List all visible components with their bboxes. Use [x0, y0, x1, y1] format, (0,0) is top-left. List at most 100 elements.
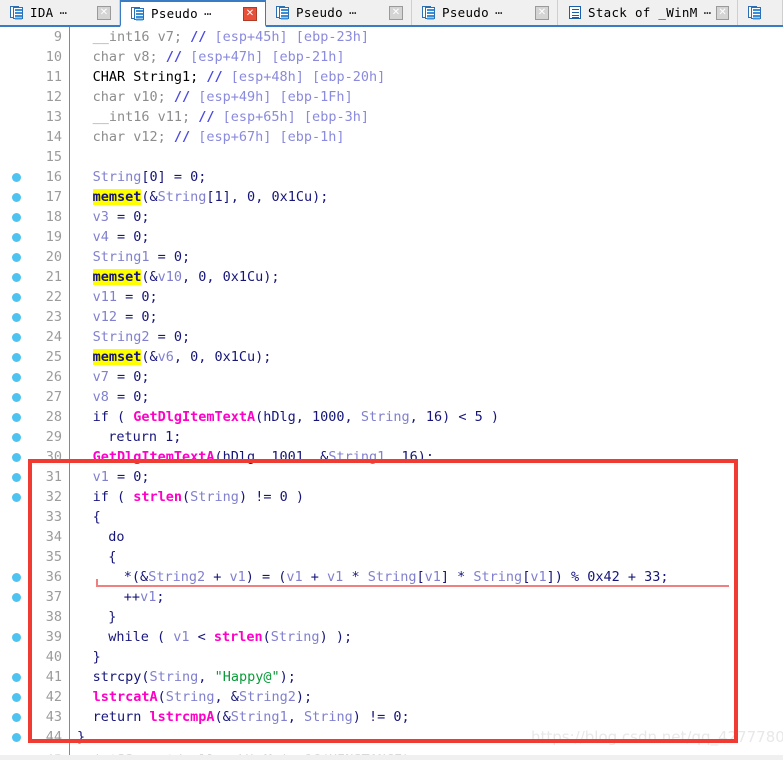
- close-icon[interactable]: ✕: [243, 6, 257, 21]
- code-line[interactable]: 21 memset(&v10, 0, 0x1Cu);: [0, 267, 783, 287]
- breakpoint-marker-icon[interactable]: [12, 373, 21, 382]
- code-line[interactable]: 43 return lstrcmpA(&String1, String) != 0…: [0, 707, 783, 727]
- breakpoint-marker-icon[interactable]: [12, 233, 21, 242]
- code-line[interactable]: 31 v1 = 0;: [0, 467, 783, 487]
- code-line[interactable]: 32 if ( strlen(String) != 0 ): [0, 487, 783, 507]
- code-line[interactable]: 9 __int16 v7; // [esp+45h] [ebp-23h]: [0, 27, 783, 47]
- code-line[interactable]: 36 *(&String2 + v1) = (v1 + v1 * String[v…: [0, 567, 783, 587]
- tab-pseudo[interactable]: Pseudo ⋯ ✕: [412, 0, 558, 25]
- code-line[interactable]: 38}: [0, 607, 783, 627]
- code-token-str: "Happy@": [214, 669, 280, 685]
- code-token-kw: , 16);: [385, 449, 434, 465]
- code-token-gray: char: [92, 129, 134, 145]
- close-icon[interactable]: ✕: [97, 5, 111, 20]
- line-number: 32: [45, 489, 62, 505]
- breakpoint-marker-icon[interactable]: [12, 493, 21, 502]
- code-token-kw: (&: [141, 349, 158, 365]
- line-number: 17: [45, 189, 62, 205]
- code-token-gray: char: [92, 49, 134, 65]
- close-icon[interactable]: ✕: [389, 5, 403, 20]
- line-content: memset(&v10, 0, 0x1Cu);: [66, 267, 280, 287]
- code-line[interactable]: 24 String2 = 0;: [0, 327, 783, 347]
- breakpoint-marker-icon[interactable]: [12, 593, 21, 602]
- code-line[interactable]: 27 v8 = 0;: [0, 387, 783, 407]
- code-line[interactable]: 18 v3 = 0;: [0, 207, 783, 227]
- code-line[interactable]: 17 memset(&String[1], 0, 0x1Cu);: [0, 187, 783, 207]
- breakpoint-marker-icon[interactable]: [12, 673, 21, 682]
- breakpoint-marker-icon[interactable]: [12, 473, 21, 482]
- tab-pseudo[interactable]: Pseudo ⋯ ✕: [120, 0, 266, 27]
- line-content: if ( strlen(String) != 0 ): [66, 487, 304, 507]
- line-number: 24: [45, 329, 62, 345]
- code-line[interactable]: 37 ++v1;: [0, 587, 783, 607]
- breakpoint-marker-icon[interactable]: [12, 693, 21, 702]
- code-token-kw: [1], 0, 0x1Cu);: [206, 189, 329, 205]
- code-line[interactable]: 14 char v12; // [esp+67h] [ebp-1h]: [0, 127, 783, 147]
- breakpoint-marker-icon[interactable]: [12, 273, 21, 282]
- close-icon[interactable]: ✕: [535, 5, 549, 20]
- line-number: 22: [45, 289, 62, 305]
- line-number: 11: [45, 69, 62, 85]
- breakpoint-marker-icon[interactable]: [12, 193, 21, 202]
- code-token-cmtoff: [esp+47h] [ebp-21h]: [190, 49, 345, 65]
- code-line[interactable]: 40}: [0, 647, 783, 667]
- code-line[interactable]: 25 memset(&v6, 0, 0x1Cu);: [0, 347, 783, 367]
- tab-ida[interactable]: IDA ⋯ ✕: [0, 0, 120, 25]
- breakpoint-marker-icon[interactable]: [12, 713, 21, 722]
- tab-overflow[interactable]: [738, 0, 783, 25]
- breakpoint-marker-icon[interactable]: [12, 453, 21, 462]
- breakpoint-marker-icon[interactable]: [12, 213, 21, 222]
- code-line[interactable]: 29 return 1;: [0, 427, 783, 447]
- pseudocode-view[interactable]: 9 __int16 v7; // [esp+45h] [ebp-23h] 10 cha…: [0, 27, 783, 760]
- code-token-kw: ;: [156, 589, 165, 605]
- breakpoint-marker-icon[interactable]: [12, 253, 21, 262]
- line-number: 41: [45, 669, 62, 685]
- code-line[interactable]: 23 v12 = 0;: [0, 307, 783, 327]
- code-token-gray: v8;: [133, 49, 166, 65]
- code-token-gray: v7;: [157, 29, 191, 45]
- breakpoint-marker-icon[interactable]: [12, 633, 21, 642]
- code-token-var: v1: [327, 569, 344, 585]
- code-line[interactable]: 22 v11 = 0;: [0, 287, 783, 307]
- code-token-var: String: [92, 169, 142, 185]
- breakpoint-marker-icon[interactable]: [12, 393, 21, 402]
- code-line[interactable]: 26 v7 = 0;: [0, 367, 783, 387]
- code-line[interactable]: 30 GetDlgItemTextA(hDlg, 1001, &String1, …: [0, 447, 783, 467]
- breakpoint-marker-icon[interactable]: [12, 333, 21, 342]
- breakpoint-marker-icon[interactable]: [12, 413, 21, 422]
- code-line[interactable]: 28 if ( GetDlgItemTextA(hDlg, 1000, Strin…: [0, 407, 783, 427]
- close-icon[interactable]: ✕: [716, 5, 729, 20]
- breakpoint-marker-icon[interactable]: [12, 573, 21, 582]
- code-line[interactable]: 35 {: [0, 547, 783, 567]
- breakpoint-marker-icon[interactable]: [12, 433, 21, 442]
- tab-pseudo[interactable]: Pseudo ⋯ ✕: [266, 0, 412, 25]
- code-line[interactable]: 20 String1 = 0;: [0, 247, 783, 267]
- breakpoint-marker-icon[interactable]: [12, 313, 21, 322]
- breakpoint-marker-icon[interactable]: [12, 173, 21, 182]
- code-line[interactable]: 12 char v10; // [esp+49h] [ebp-1Fh]: [0, 87, 783, 107]
- code-token-kw: (: [182, 489, 191, 505]
- breakpoint-marker-icon[interactable]: [12, 293, 21, 302]
- breakpoint-marker-icon[interactable]: [12, 733, 21, 742]
- code-line[interactable]: 34 do: [0, 527, 783, 547]
- tab-stack-of-winm[interactable]: Stack of _WinM ⋯ ✕: [558, 0, 738, 25]
- code-token-kw: do: [108, 529, 125, 545]
- code-line[interactable]: 13 __int16 v11; // [esp+65h] [ebp-3h]: [0, 107, 783, 127]
- code-line[interactable]: 33 {: [0, 507, 783, 527]
- code-line[interactable]: 41 strcpy(String, "Happy@");: [0, 667, 783, 687]
- code-line[interactable]: 10 char v8; // [esp+47h] [ebp-21h]: [0, 47, 783, 67]
- code-token-gray: __int16: [92, 29, 158, 45]
- code-line[interactable]: 42 lstrcatA(String, &String2);: [0, 687, 783, 707]
- code-token-kw: if (: [92, 489, 134, 505]
- breakpoint-marker-icon[interactable]: [12, 353, 21, 362]
- code-line[interactable]: 19 v4 = 0;: [0, 227, 783, 247]
- line-number: 12: [45, 89, 62, 105]
- code-line[interactable]: 15: [0, 147, 783, 167]
- line-content: v4 = 0;: [66, 227, 150, 247]
- code-token-var: v7: [92, 369, 109, 385]
- code-line[interactable]: 39 while ( v1 < strlen(String) );: [0, 627, 783, 647]
- code-line[interactable]: 16 String[0] = 0;: [0, 167, 783, 187]
- code-line[interactable]: 11 CHAR String1; // [esp+48h] [ebp-20h]: [0, 67, 783, 87]
- line-content: {: [66, 547, 116, 567]
- line-number: 43: [45, 709, 62, 725]
